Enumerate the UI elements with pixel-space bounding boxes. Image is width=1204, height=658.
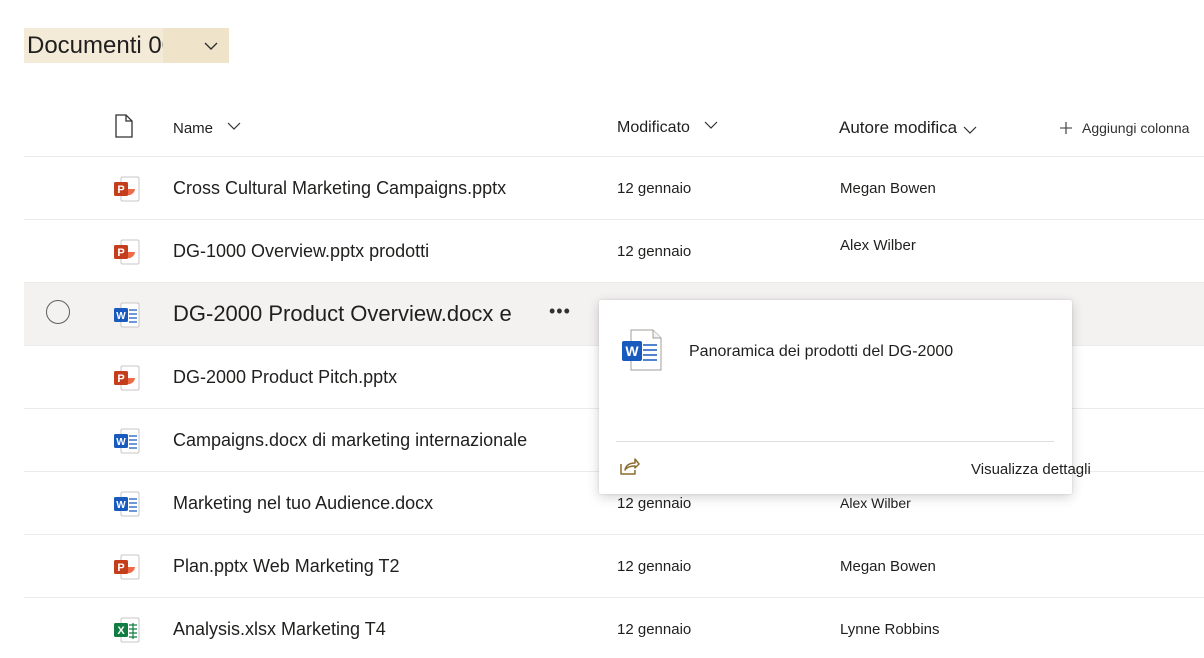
column-header-author-label: Autore modifica — [839, 118, 958, 137]
svg-text:P: P — [117, 373, 124, 385]
hover-card-title[interactable]: Panoramica dei prodotti del DG-2000 — [689, 343, 953, 361]
svg-text:P: P — [117, 247, 124, 259]
svg-text:X: X — [117, 625, 125, 637]
add-column-button[interactable]: Aggiungi colonna — [1060, 100, 1189, 156]
word-file-icon: W — [113, 302, 141, 328]
powerpoint-file-icon: P — [113, 176, 141, 202]
column-header-author[interactable]: Autore modifica — [839, 100, 977, 156]
document-library-view: Documenti 00B Name Modificato Autore mod… — [0, 0, 1204, 658]
table-row[interactable]: P DG-1000 Overview.pptx prodotti 12 genn… — [24, 220, 1204, 283]
column-header-name-label: Name — [173, 119, 214, 137]
file-type-header-icon[interactable] — [114, 114, 134, 143]
file-author: Megan Bowen — [840, 179, 936, 197]
file-name-link[interactable]: Campaigns.docx di marketing internaziona… — [173, 409, 527, 471]
file-name-link[interactable]: Plan.pptx Web Marketing T2 — [173, 535, 399, 597]
column-header-row: Name Modificato Autore modifica Aggiungi… — [24, 100, 1204, 157]
document-icon — [115, 114, 133, 138]
excel-file-icon: X — [113, 617, 141, 643]
powerpoint-file-icon: P — [113, 239, 141, 265]
table-row[interactable]: X Analysis.xlsx Marketing T4 12 gennaio … — [24, 598, 1204, 658]
file-name-link[interactable]: Analysis.xlsx Marketing T4 — [173, 598, 386, 658]
library-title-bar: Documenti 00B — [24, 28, 230, 63]
powerpoint-file-icon: P — [113, 365, 141, 391]
file-name-link[interactable]: Cross Cultural Marketing Campaigns.pptx — [173, 157, 506, 219]
file-name-link[interactable]: Marketing nel tuo Audience.docx — [173, 472, 433, 534]
file-name-link[interactable]: DG-2000 Product Pitch.pptx — [173, 346, 397, 408]
chevron-down-icon — [704, 117, 718, 135]
file-hover-card: W Panoramica dei prodotti del DG-2000 Vi… — [599, 300, 1091, 494]
svg-text:P: P — [117, 184, 124, 196]
file-modified-date: 12 gennaio — [617, 557, 692, 575]
file-name-link[interactable]: DG-2000 Product Overview.docx e — [173, 283, 512, 345]
table-row[interactable]: P Cross Cultural Marketing Campaigns.ppt… — [24, 157, 1204, 220]
word-file-icon: W — [113, 491, 141, 517]
file-modified-date: 12 gennaio — [617, 620, 692, 638]
file-name-link[interactable]: DG-1000 Overview.pptx prodotti — [173, 220, 429, 282]
svg-text:W: W — [625, 343, 639, 359]
column-header-modified-label: Modificato — [617, 119, 690, 136]
powerpoint-file-icon: P — [113, 554, 141, 580]
file-author: Megan Bowen — [840, 557, 936, 575]
share-icon[interactable] — [618, 457, 640, 482]
svg-text:P: P — [117, 562, 124, 574]
file-author: Alex Wilber — [840, 236, 916, 254]
svg-text:W: W — [116, 311, 126, 322]
chevron-down-icon — [963, 120, 977, 140]
column-header-modified[interactable]: Modificato — [617, 100, 718, 156]
more-actions-icon[interactable]: ••• — [549, 301, 571, 322]
svg-text:W: W — [116, 437, 126, 448]
file-author: Lynne Robbins — [840, 620, 940, 638]
row-select-checkbox[interactable] — [46, 300, 70, 324]
plus-icon — [1060, 122, 1072, 134]
hover-card-divider — [616, 441, 1054, 442]
column-header-name[interactable]: Name — [173, 100, 241, 156]
chevron-down-icon — [204, 42, 218, 50]
word-file-icon: W — [113, 428, 141, 454]
table-row[interactable]: P Plan.pptx Web Marketing T2 12 gennaio … — [24, 535, 1204, 598]
word-file-icon: W — [621, 328, 663, 377]
view-details-link[interactable]: Visualizza dettagli — [971, 461, 1091, 478]
svg-text:W: W — [116, 500, 126, 511]
library-switcher-button[interactable] — [163, 28, 230, 63]
file-modified-date: 12 gennaio — [617, 242, 692, 260]
file-modified-date: 12 gennaio — [617, 179, 692, 197]
chevron-down-icon — [227, 118, 241, 135]
add-column-label: Aggiungi colonna — [1082, 120, 1190, 136]
